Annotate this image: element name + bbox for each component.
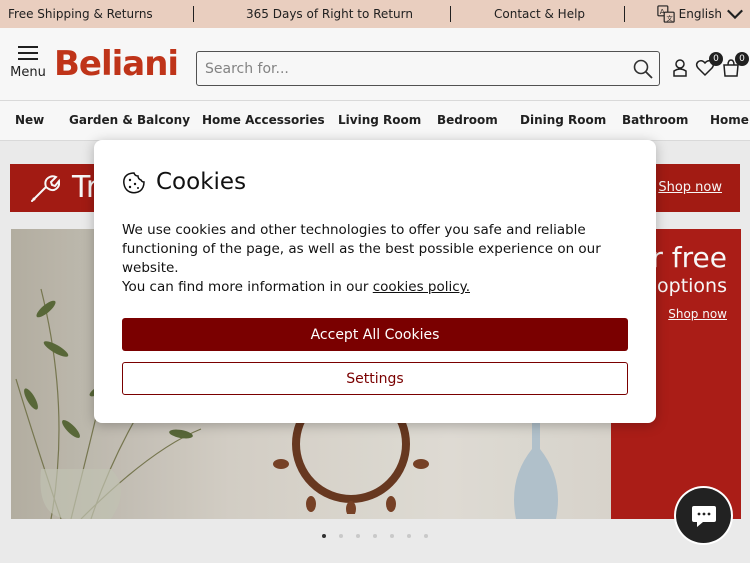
dialog-title: Cookies: [156, 169, 247, 195]
dialog-policy-line: You can find more information in our coo…: [122, 278, 622, 297]
accept-all-cookies-button[interactable]: Accept All Cookies: [122, 318, 628, 351]
cookie-consent-dialog: Cookies We use cookies and other technol…: [94, 140, 656, 423]
chat-icon: [692, 506, 716, 527]
cookie-icon: [123, 172, 145, 194]
dialog-description: We use cookies and other technologies to…: [122, 222, 601, 276]
cookie-settings-button[interactable]: Settings: [122, 362, 628, 395]
cookies-policy-link[interactable]: cookies policy.: [373, 279, 470, 295]
policy-text: You can find more information in our: [122, 279, 373, 295]
chat-button[interactable]: [676, 488, 731, 543]
dialog-body: We use cookies and other technologies to…: [122, 221, 622, 297]
